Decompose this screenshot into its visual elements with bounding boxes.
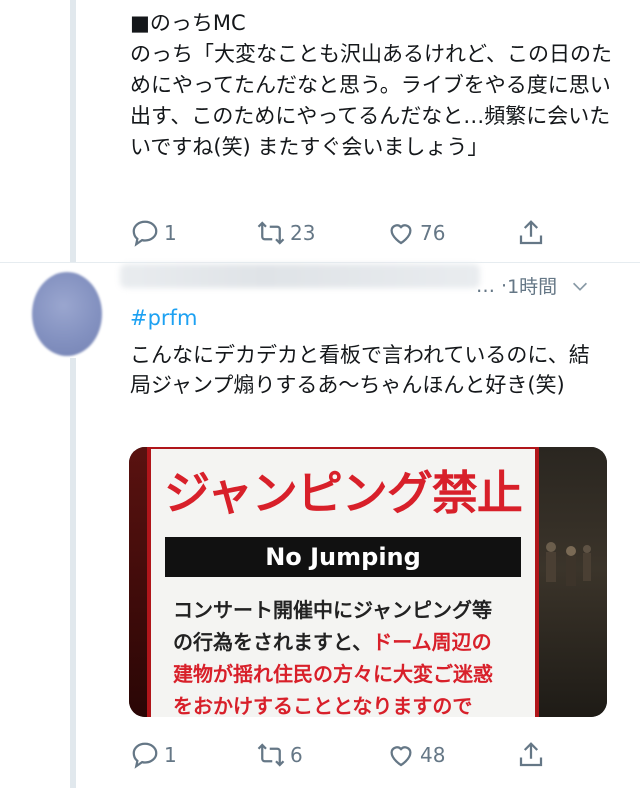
like-button[interactable]: 76 bbox=[386, 218, 445, 248]
warning-sign: ジャンピング禁止 No Jumping コンサート開催中にジャンピング等 の行為… bbox=[147, 447, 539, 717]
sign-line-2a: の行為をされますと、 bbox=[173, 630, 373, 654]
reply-button[interactable]: 1 bbox=[130, 218, 177, 248]
like-icon bbox=[390, 224, 412, 245]
tweet-divider bbox=[0, 262, 640, 263]
retweet-icon bbox=[257, 221, 285, 245]
share-icon bbox=[519, 220, 543, 245]
tweet-text: ■のっちMC のっち「大変なことも沢山あるけれど、この日のためにやってたんだなと… bbox=[130, 11, 612, 159]
like-button[interactable]: 48 bbox=[386, 740, 445, 770]
retweet-icon bbox=[257, 743, 285, 767]
retweet-count: 6 bbox=[290, 743, 303, 767]
reply-icon bbox=[132, 220, 158, 247]
tweet-time-prefix: … · bbox=[476, 274, 508, 297]
thread-connector-bottom bbox=[70, 358, 76, 788]
sign-body: コンサート開催中にジャンピング等 の行為をされますと、ドーム周辺の 建物が揺れ住… bbox=[173, 594, 523, 717]
share-button[interactable] bbox=[516, 218, 546, 248]
crowd-silhouette bbox=[546, 542, 591, 586]
avatar[interactable] bbox=[32, 272, 102, 356]
like-count: 48 bbox=[420, 743, 446, 767]
sign-line-1: コンサート開催中にジャンピング等 bbox=[173, 598, 492, 622]
reply-count: 1 bbox=[164, 743, 177, 767]
reply-button[interactable]: 1 bbox=[130, 740, 177, 770]
share-button[interactable] bbox=[516, 740, 546, 770]
tweet-actions: 1 23 76 bbox=[130, 218, 600, 250]
sign-line-2b: ドーム周辺の bbox=[372, 630, 492, 654]
sign-line-4: をおかけすることとなりますので bbox=[173, 694, 473, 717]
sign-title: ジャンピング禁止 bbox=[164, 466, 523, 520]
tweet-actions: 1 6 48 bbox=[130, 740, 600, 772]
like-count: 76 bbox=[420, 221, 446, 245]
tweet-photo[interactable]: ジャンピング禁止 No Jumping コンサート開催中にジャンピング等 の行為… bbox=[129, 447, 607, 717]
thread-connector-top bbox=[70, 0, 76, 262]
reply-count: 1 bbox=[164, 221, 177, 245]
retweet-button[interactable]: 6 bbox=[256, 740, 303, 770]
author-name-blurred[interactable] bbox=[120, 264, 480, 288]
share-icon bbox=[519, 742, 543, 767]
tweet-time[interactable]: 1時間 bbox=[507, 272, 557, 299]
tweet-text: こんなにデカデカと看板で言われているのに、結局ジャンプ煽りするあ〜ちゃんほんと好… bbox=[130, 343, 590, 397]
chevron-down-icon[interactable] bbox=[569, 275, 591, 297]
retweet-button[interactable]: 23 bbox=[256, 218, 315, 248]
sign-line-3: 建物が揺れ住民の方々に大変ご迷惑 bbox=[173, 662, 493, 686]
like-icon bbox=[390, 746, 412, 767]
hashtag-link[interactable]: #prfm bbox=[130, 306, 197, 330]
tweet-meta: … · 1時間 bbox=[476, 272, 591, 299]
retweet-count: 23 bbox=[290, 221, 316, 245]
reply-icon bbox=[132, 742, 158, 769]
sign-band: No Jumping bbox=[165, 537, 521, 577]
